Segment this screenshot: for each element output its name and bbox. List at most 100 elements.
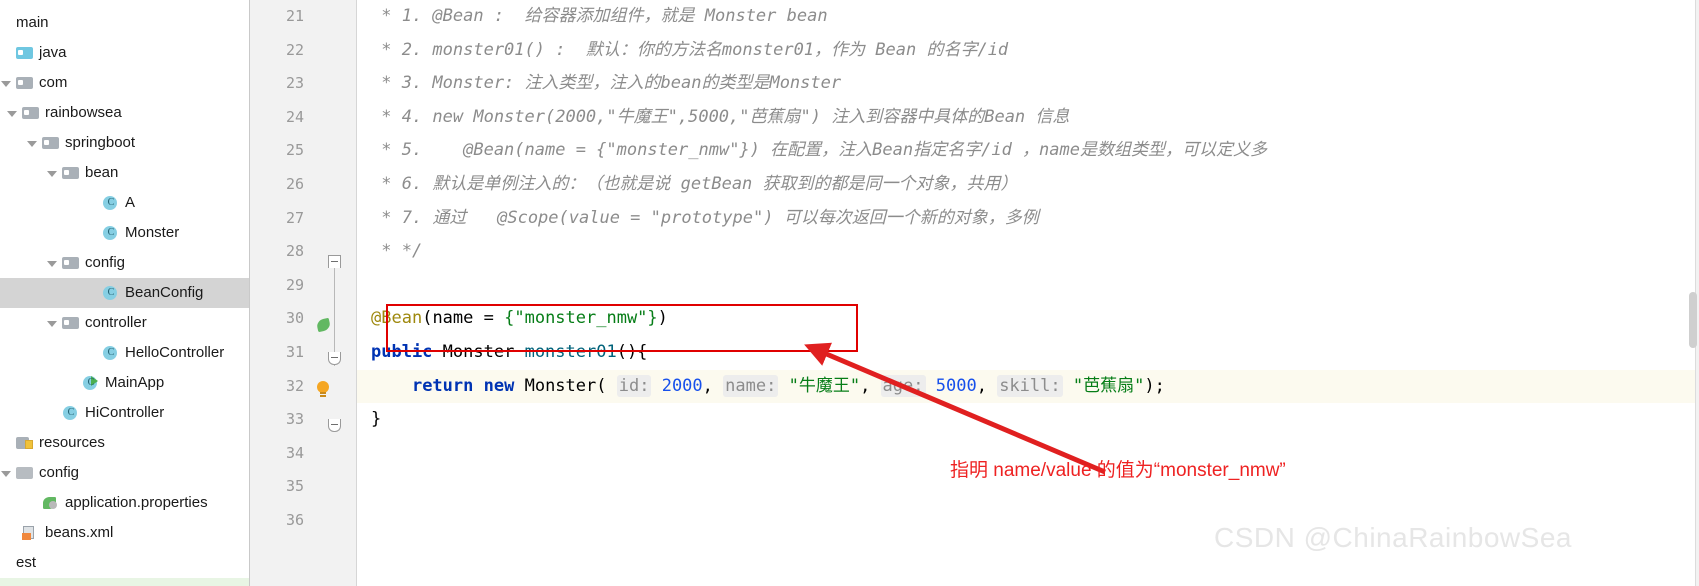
code-token: } — [647, 308, 658, 329]
class-letter: C — [107, 287, 115, 298]
code-text-area[interactable]: * 1. @Bean : 给容器添加组件，就是 Monster bean * 2… — [357, 0, 1699, 586]
line-number: 32 — [285, 376, 304, 395]
fold-marker-comment-start[interactable] — [328, 255, 341, 268]
tree-item-rainbowsea[interactable]: rainbowsea — [0, 98, 249, 128]
code-line-28[interactable]: * */ — [357, 235, 1699, 269]
chevron-down-icon[interactable] — [46, 257, 59, 270]
line-number: 34 — [285, 443, 304, 462]
code-line-27[interactable]: * 7. 通过 @Scope(value = "prototype") 可以每次… — [357, 202, 1699, 236]
class-c-icon: C — [102, 345, 120, 361]
code-token: ) — [657, 308, 668, 329]
line-number: 36 — [285, 510, 304, 529]
tree-item-main[interactable]: main — [0, 8, 249, 38]
tree-item-est[interactable]: est — [0, 548, 249, 578]
code-token: = — [473, 308, 505, 329]
tree-item-mainapp[interactable]: C MainApp — [0, 368, 249, 398]
tree-item-label: config — [39, 464, 80, 481]
line-number: 23 — [285, 74, 304, 93]
tree-item-application-properties[interactable]: application.properties — [0, 488, 249, 518]
code-editor[interactable]: 21 22 23 24 25 26 27 28 29 30 31 32 33 34 35 36 * 1. @B… — [250, 0, 1699, 586]
code-token: "芭蕉扇" — [1072, 375, 1145, 396]
tree-item-hellocontroller[interactable]: C HelloController — [0, 338, 249, 368]
chevron-down-icon[interactable] — [46, 317, 59, 330]
code-line-21[interactable]: * 1. @Bean : 给容器添加组件，就是 Monster bean — [357, 0, 1699, 34]
project-tree-panel[interactable]: main java com rainbowsea springboot bean C A C Mo… — [0, 0, 250, 586]
class-c-icon: C — [102, 285, 120, 301]
tree-item-label: config — [85, 254, 126, 271]
code-token: } — [371, 409, 382, 430]
tree-item-hicontroller[interactable]: C HiController — [0, 398, 249, 428]
class-letter: C — [107, 347, 115, 358]
chevron-down-icon[interactable] — [0, 77, 13, 90]
tree-item-label: main — [16, 14, 49, 31]
annotation-note-text: 指明 name/value 的值为“monster_nmw” — [950, 460, 1286, 481]
line-number-column: 21 22 23 24 25 26 27 28 29 30 31 32 33 34 35 36 — [250, 0, 308, 538]
tree-item-beanconfig[interactable]: C BeanConfig — [0, 278, 249, 308]
comment-text: * 4. new Monster(2000,"牛魔王",5000,"芭蕉扇") … — [371, 106, 1070, 127]
tree-item-label: A — [125, 194, 136, 211]
code-line-22[interactable]: * 2. monster01() : 默认：你的方法名monster01，作为 … — [357, 34, 1699, 68]
spring-bean-gutter-icon[interactable] — [316, 317, 332, 333]
tree-item-config[interactable]: config — [0, 458, 249, 488]
code-line-33[interactable]: } — [357, 403, 1699, 437]
tree-item-com[interactable]: com — [0, 68, 249, 98]
comment-text: * 6. 默认是单例注入的：（也就是说 getBean 获取到的都是同一个对象，… — [371, 173, 1018, 194]
code-line-32[interactable]: return new Monster( id: 2000, name: "牛魔王… — [357, 369, 1699, 404]
code-token: new — [483, 375, 515, 396]
resources-icon — [16, 435, 34, 451]
tree-item-label: BeanConfig — [125, 284, 204, 301]
code-line-29[interactable] — [357, 269, 1699, 303]
tree-item-label: springboot — [65, 134, 136, 151]
tree-item-a[interactable]: CA — [0, 188, 249, 218]
code-token: 5000 — [935, 375, 977, 396]
code-line-25[interactable]: * 5. @Bean(name = {"monster_nmw"}) 在配置，注… — [357, 134, 1699, 168]
chevron-down-icon[interactable] — [26, 137, 39, 150]
class-letter: C — [107, 227, 115, 238]
comment-text: * 1. @Bean : 给容器添加组件，就是 Monster bean — [371, 6, 828, 26]
tree-item-label: resources — [39, 434, 105, 451]
code-line-31[interactable]: public Monster monster01(){ — [357, 336, 1699, 370]
code-line-30[interactable]: @Bean(name = {"monster_nmw"}) — [357, 302, 1699, 336]
code-line-24[interactable]: * 4. new Monster(2000,"牛魔王",5000,"芭蕉扇") … — [357, 101, 1699, 135]
code-token: , — [702, 375, 724, 396]
tree-item-bean[interactable]: bean — [0, 158, 249, 188]
comment-text: * 5. @Bean(name = {"monster_nmw"}) 在配置，注… — [371, 140, 1267, 161]
chevron-down-icon[interactable] — [0, 467, 13, 480]
chevron-down-icon[interactable] — [46, 167, 59, 180]
tree-item-beans-xml[interactable]: beans.xml — [0, 518, 249, 548]
comment-text: * */ — [371, 241, 423, 262]
fold-marker-method-end[interactable] — [328, 419, 341, 432]
tree-item-springboot[interactable]: springboot — [0, 128, 249, 158]
tree-item-monster[interactable]: C Monster — [0, 218, 249, 248]
editor-scrollbar-thumb[interactable] — [1689, 292, 1697, 348]
chevron-down-icon[interactable] — [6, 107, 19, 120]
intention-bulb-icon[interactable] — [314, 380, 332, 400]
tree-item-resources[interactable]: resources — [0, 428, 249, 458]
fold-marker-method-start[interactable] — [328, 352, 341, 365]
code-line-23[interactable]: * 3. Monster: 注入类型，注入的bean的类型是Monster — [357, 67, 1699, 101]
code-token: "牛魔王" — [788, 375, 861, 396]
class-letter: C — [107, 197, 115, 208]
tree-item-java[interactable]: java — [0, 38, 249, 68]
tree-item-controller[interactable]: controller — [0, 308, 249, 338]
mainapp-icon: C — [82, 375, 100, 391]
tree-item-config[interactable]: config — [0, 248, 249, 278]
tree-item-java[interactable]: java — [0, 578, 249, 586]
editor-gutter[interactable]: 21 22 23 24 25 26 27 28 29 30 31 32 33 34 35 36 — [250, 0, 357, 586]
folder-gray-icon — [22, 105, 40, 121]
code-line-26[interactable]: * 6. 默认是单例注入的：（也就是说 getBean 获取到的都是同一个对象，… — [357, 168, 1699, 202]
